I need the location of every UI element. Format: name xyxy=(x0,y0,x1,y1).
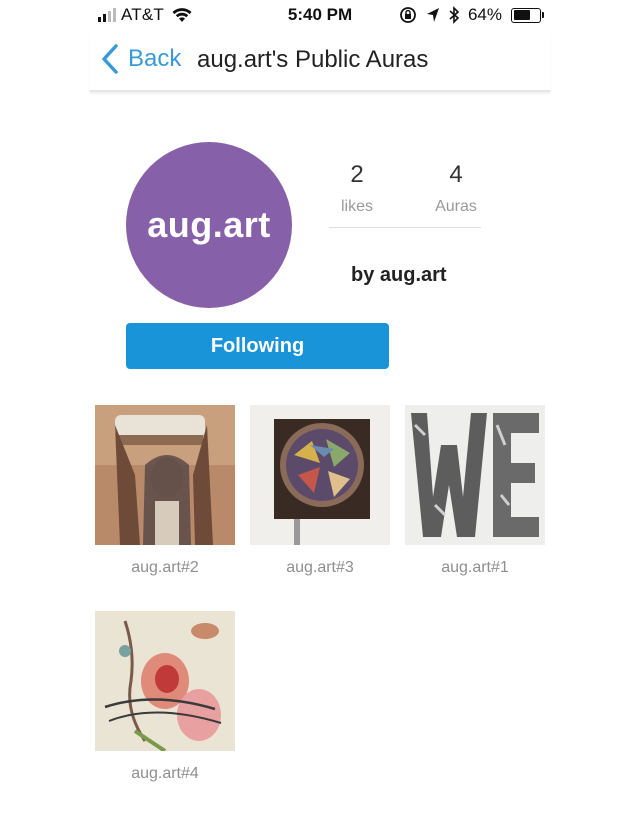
aura-card[interactable]: aug.art#3 xyxy=(250,405,390,577)
aura-card[interactable]: aug.art#2 xyxy=(95,405,235,577)
aura-label: aug.art#4 xyxy=(131,765,199,782)
byline: by aug.art xyxy=(351,264,447,286)
back-label: Back xyxy=(128,45,182,72)
profile-stats: 2 likes 4 Auras xyxy=(329,160,481,228)
likes-label: likes xyxy=(340,198,373,215)
avatar: aug.art xyxy=(126,142,292,308)
status-bar-right: 64% xyxy=(399,5,544,25)
aura-thumbnail[interactable] xyxy=(405,405,545,545)
battery-fill xyxy=(513,10,530,20)
page-title: aug.art's Public Auras xyxy=(197,46,429,73)
aura-label: aug.art#1 xyxy=(441,559,509,576)
following-button[interactable]: Following xyxy=(126,323,389,369)
bluetooth-icon xyxy=(449,6,459,24)
aura-thumbnail[interactable] xyxy=(95,405,235,545)
avatar-text: aug.art xyxy=(147,204,271,245)
aura-label: aug.art#2 xyxy=(131,559,199,576)
aura-label: aug.art#3 xyxy=(286,559,354,576)
status-time: 5:40 PM xyxy=(287,5,353,24)
orientation-lock-icon xyxy=(400,7,416,23)
chevron-left-icon xyxy=(102,44,118,74)
likes-count: 2 xyxy=(350,161,364,188)
status-bar: AT&T 5:40 PM 64% xyxy=(0,0,640,30)
battery-icon xyxy=(511,7,544,23)
auras-count: 4 xyxy=(449,161,463,188)
auras-label: Auras xyxy=(435,198,477,215)
auras-stat[interactable]: 4 Auras xyxy=(418,160,494,216)
aura-card[interactable]: aug.art#4 xyxy=(95,611,235,783)
aura-thumbnail[interactable] xyxy=(250,405,390,545)
back-button[interactable]: Back xyxy=(100,43,181,75)
likes-stat[interactable]: 2 likes xyxy=(319,160,395,216)
nav-bar: Back aug.art's Public Auras xyxy=(90,32,550,92)
battery-percent: 64% xyxy=(467,5,502,24)
location-icon xyxy=(426,8,439,22)
aura-thumbnail[interactable] xyxy=(95,611,235,751)
aura-card[interactable]: aug.art#1 xyxy=(405,405,545,577)
